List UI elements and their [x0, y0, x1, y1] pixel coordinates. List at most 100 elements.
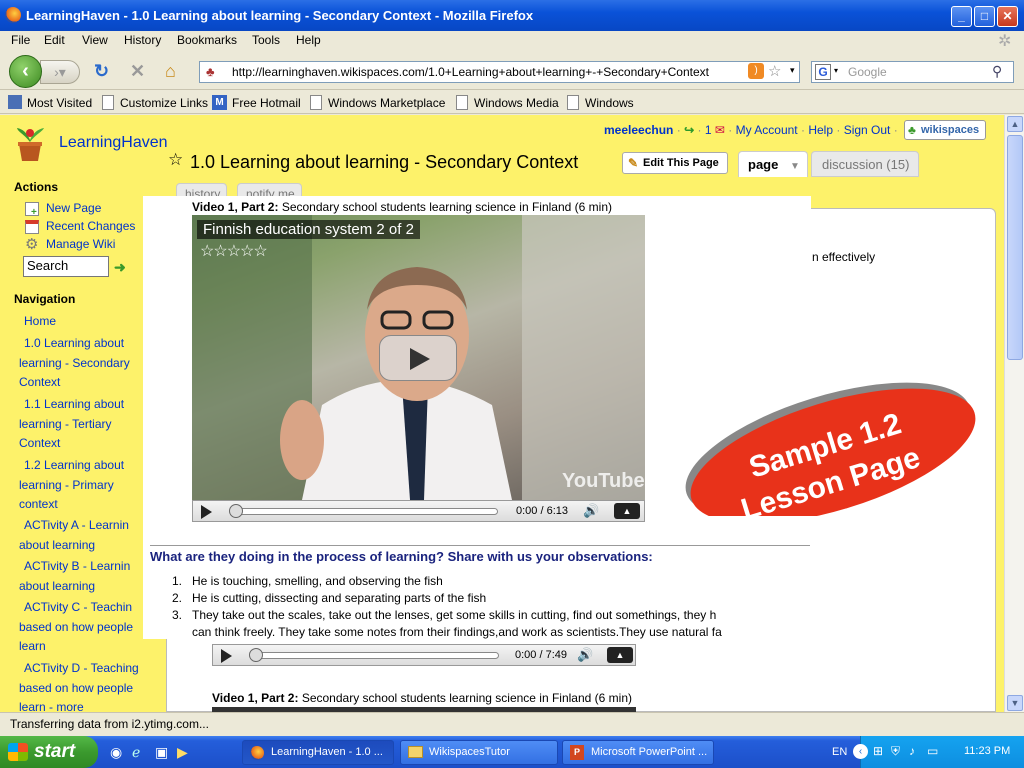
wikispaces-badge[interactable]: ♣ wikispaces — [904, 120, 986, 140]
list-item: 2. He is cutting, dissecting and separati… — [172, 591, 487, 605]
play-icon[interactable] — [221, 649, 232, 663]
folder-icon — [408, 746, 423, 758]
new-page-link[interactable]: New Page — [46, 201, 101, 215]
address-url: http://learninghaven.wikispaces.com/1.0+… — [232, 65, 709, 79]
quicklaunch-chrome-icon[interactable]: ◉ — [110, 744, 122, 761]
home-icon[interactable]: ⌂ — [165, 62, 176, 80]
bookmark-most-visited[interactable]: Most Visited — [27, 96, 92, 110]
close-button[interactable]: ✕ — [997, 6, 1018, 27]
maximize-button[interactable]: □ — [974, 6, 995, 27]
tray-network-icon[interactable]: ⊞ — [873, 744, 883, 758]
nav-activity-a[interactable]: ACTivity A - Learnin about learning — [19, 516, 141, 555]
tab-discussion[interactable]: discussion (15) — [811, 151, 919, 177]
tray-monitor-icon[interactable]: ▭ — [927, 744, 938, 758]
scroll-down-icon[interactable]: ▼ — [1007, 695, 1023, 711]
bookmark-free-hotmail[interactable]: Free Hotmail — [232, 96, 301, 110]
nav-tertiary-context[interactable]: 1.1 Learning about learning - Tertiary C… — [19, 395, 139, 454]
vertical-scrollbar[interactable]: ▲ ▼ — [1004, 115, 1024, 712]
firefox-icon — [250, 746, 264, 760]
bookmark-windows[interactable]: Windows — [585, 96, 634, 110]
wikispaces-label: wikispaces — [921, 124, 980, 136]
start-button[interactable]: start — [0, 736, 98, 768]
site-name[interactable]: LearningHaven — [59, 134, 168, 152]
edit-page-button[interactable]: ✎ Edit This Page — [622, 152, 728, 174]
quicklaunch-media-icon[interactable]: ▶ — [177, 744, 188, 761]
page-icon — [456, 95, 468, 110]
seek-handle[interactable] — [249, 648, 263, 662]
language-indicator[interactable]: EN — [832, 746, 847, 758]
message-count[interactable]: 1 — [705, 123, 712, 137]
my-account-link[interactable]: My Account — [736, 123, 798, 137]
site-logo-icon — [17, 128, 44, 161]
seek-handle[interactable] — [229, 504, 243, 518]
play-icon[interactable] — [201, 505, 212, 519]
forward-button[interactable]: ›▾ — [40, 60, 80, 84]
menu-history[interactable]: History — [124, 33, 161, 47]
bookmark-star-icon[interactable]: ☆ — [768, 62, 781, 80]
video1-progress-track[interactable] — [231, 508, 498, 515]
tray-expand-icon[interactable]: ‹ — [853, 744, 868, 759]
search-bar[interactable]: G ▾ Google ⚲ — [811, 61, 1014, 83]
help-link[interactable]: Help — [808, 123, 833, 137]
scroll-up-icon[interactable]: ▲ — [1007, 116, 1023, 132]
menu-help[interactable]: Help — [296, 33, 321, 47]
search-go-arrow-icon[interactable]: ➜ — [114, 259, 130, 275]
menu-view[interactable]: View — [82, 33, 108, 47]
nav-home[interactable]: Home — [24, 312, 144, 332]
rss-feed-icon[interactable]: ) — [748, 63, 764, 79]
nav-activity-b[interactable]: ACTivity B - Learnin about learning — [19, 557, 141, 596]
favorite-star-icon[interactable]: ☆ — [168, 150, 183, 170]
back-button[interactable]: ‹ — [9, 55, 42, 88]
mail-icon[interactable]: ✉ — [715, 123, 725, 137]
menu-tools[interactable]: Tools — [252, 33, 280, 47]
bookmark-windows-marketplace[interactable]: Windows Marketplace — [328, 96, 445, 110]
tray-security-icon[interactable]: ⛨ — [891, 744, 900, 759]
quicklaunch-ie-icon[interactable]: ℯ — [132, 744, 140, 761]
tab-page[interactable]: page ▼ — [738, 151, 808, 177]
url-dropdown-icon[interactable]: ▾ — [790, 65, 795, 76]
bookmark-windows-media[interactable]: Windows Media — [474, 96, 559, 110]
windows-logo-icon — [8, 743, 28, 761]
nav-activity-c[interactable]: ACTivity C - Teachin based on how people… — [19, 598, 141, 657]
nav-primary-context[interactable]: 1.2 Learning about learning - Primary co… — [19, 456, 139, 515]
fullscreen-icon[interactable]: ▲ — [614, 503, 640, 519]
gear-icon: ⚙ — [25, 236, 39, 253]
video-player-1[interactable]: Finnish education system 2 of 2 ☆☆☆☆☆ Yo… — [192, 215, 645, 500]
volume-icon[interactable]: 🔊 — [583, 503, 599, 519]
manage-wiki-link[interactable]: Manage Wiki — [46, 237, 115, 251]
fullscreen-icon[interactable]: ▲ — [607, 647, 633, 663]
system-tray: ‹ ⊞ ⛨ ♪ ▭ 11:23 PM — [853, 736, 1024, 768]
video1-controls: 0:00 / 6:13 🔊 ▲ — [192, 500, 645, 522]
sidebar-search-input[interactable]: Search — [23, 256, 109, 277]
task-powerpoint[interactable]: P Microsoft PowerPoint ... — [562, 740, 714, 765]
nav-activity-d[interactable]: ACTivity D - Teaching based on how peopl… — [19, 659, 154, 718]
menu-edit[interactable]: Edit — [44, 33, 65, 47]
menu-bookmarks[interactable]: Bookmarks — [177, 33, 237, 47]
recent-changes-link[interactable]: Recent Changes — [46, 219, 135, 233]
engine-dropdown-icon[interactable]: ▾ — [834, 66, 838, 75]
video2-progress-track[interactable] — [251, 652, 499, 659]
quicklaunch-desktop-icon[interactable]: ▣ — [155, 744, 168, 761]
bookmark-customize-links[interactable]: Customize Links — [120, 96, 208, 110]
question-heading: What are they doing in the process of le… — [150, 549, 653, 564]
reload-icon[interactable]: ↻ — [94, 62, 109, 80]
search-magnifier-icon[interactable]: ⚲ — [992, 63, 1002, 80]
scroll-thumb[interactable] — [1007, 135, 1023, 360]
redirect-arrow-icon[interactable]: ↪ — [684, 123, 694, 137]
google-engine-icon[interactable]: G — [815, 64, 831, 80]
minimize-button[interactable]: _ — [951, 6, 972, 27]
page-icon — [310, 95, 322, 110]
tray-volume-icon[interactable]: ♪ — [909, 744, 915, 758]
nav-secondary-context[interactable]: 1.0 Learning about learning - Secondary … — [19, 334, 139, 393]
volume-icon[interactable]: 🔊 — [577, 647, 593, 663]
username-link[interactable]: meeleechun — [604, 123, 673, 137]
menu-file[interactable]: File — [11, 33, 30, 47]
list-item: can think freely. They take some notes f… — [192, 625, 722, 639]
play-overlay-button[interactable] — [379, 335, 457, 381]
task-firefox[interactable]: LearningHaven - 1.0 ... — [242, 740, 394, 765]
stop-icon[interactable]: ✕ — [130, 62, 145, 80]
sign-out-link[interactable]: Sign Out — [844, 123, 891, 137]
tab-page-label: page — [748, 157, 779, 172]
task-wikispacestutor[interactable]: WikispacesTutor — [400, 740, 558, 765]
address-bar[interactable]: ♣ http://learninghaven.wikispaces.com/1.… — [199, 61, 800, 83]
